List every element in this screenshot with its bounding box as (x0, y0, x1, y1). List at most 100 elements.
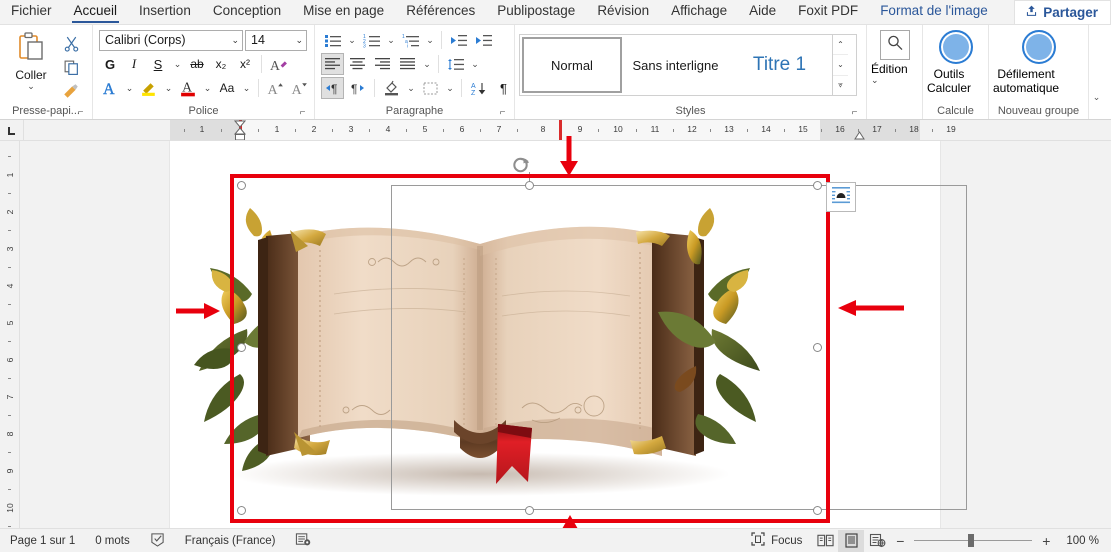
zoom-slider[interactable] (910, 530, 1036, 552)
paste-button[interactable]: Coller ⌄ (4, 28, 58, 91)
bullets-button[interactable] (321, 29, 344, 51)
numbering-button[interactable]: 123 (360, 29, 383, 51)
highlight-button[interactable] (138, 77, 160, 99)
underline-chevron-down-icon[interactable]: ⌄ (171, 53, 184, 75)
document-page[interactable] (170, 141, 967, 528)
status-page-number[interactable]: Page 1 sur 1 (0, 529, 85, 552)
share-button[interactable]: Partager (1014, 0, 1111, 24)
tab-foxit-pdf[interactable]: Foxit PDF (787, 0, 869, 24)
increase-indent-button[interactable] (472, 29, 495, 51)
tab-format-de-l-image[interactable]: Format de l'image (869, 0, 999, 24)
paragraph-dialog-launcher[interactable]: ⌐ (497, 107, 508, 118)
status-language[interactable]: Français (France) (175, 529, 286, 552)
justify-button[interactable] (396, 53, 419, 75)
tab-insertion[interactable]: Insertion (128, 0, 202, 24)
tab-publipostage[interactable]: Publipostage (486, 0, 586, 24)
style-sans-interligne[interactable]: Sans interligne (624, 35, 728, 95)
bullets-chevron-down-icon[interactable]: ⌄ (346, 29, 358, 51)
borders-button[interactable] (419, 77, 442, 99)
status-proofing[interactable] (140, 529, 175, 552)
styles-dialog-launcher[interactable]: ⌐ (849, 107, 860, 118)
tab-aide[interactable]: Aide (738, 0, 787, 24)
tab-mise-en-page[interactable]: Mise en page (292, 0, 395, 24)
ltr-text-button[interactable]: ¶ (321, 77, 344, 99)
tab-fichier[interactable]: Fichier (0, 0, 63, 24)
font-color-chevron-down-icon[interactable]: ⌄ (201, 77, 214, 99)
tab-references[interactable]: Références (395, 0, 486, 24)
editing-chevron-down-icon[interactable]: ⌄ (871, 76, 879, 85)
format-painter-button[interactable] (58, 80, 84, 102)
shading-button[interactable] (380, 77, 403, 99)
tab-revision[interactable]: Révision (586, 0, 660, 24)
style-titre-1[interactable]: Titre 1 (728, 35, 832, 95)
tab-accueil[interactable]: Accueil (63, 0, 129, 24)
right-indent-marker[interactable] (854, 131, 865, 140)
zoom-thumb[interactable] (968, 534, 975, 547)
superscript-button[interactable]: x² (234, 53, 256, 75)
ribbon-overflow[interactable]: ⌄ (1088, 25, 1104, 119)
zoom-out-button[interactable]: − (890, 533, 910, 549)
change-case-chevron-down-icon[interactable]: ⌄ (240, 77, 253, 99)
search-button[interactable] (879, 30, 910, 60)
sort-button[interactable]: AZ (467, 77, 490, 99)
outils-calculer-icon[interactable] (938, 30, 973, 64)
vertical-ruler[interactable]: 1 2 3 4 5 6 7 8 9 10 (0, 141, 20, 531)
align-left-button[interactable] (321, 53, 344, 75)
styles-more-icon[interactable]: ⩔ (833, 74, 848, 95)
wordart-chevron-down-icon[interactable]: ⌄ (123, 77, 136, 99)
decrease-indent-button[interactable] (447, 29, 470, 51)
wordart-color-button[interactable]: A (99, 77, 121, 99)
rtl-text-button[interactable]: ¶ (346, 77, 369, 99)
italic-button[interactable]: I (123, 53, 145, 75)
strikethrough-button[interactable]: ab (186, 53, 208, 75)
change-case-button[interactable]: change-case-iconAa (216, 77, 238, 99)
zoom-level[interactable]: 100 % (1056, 529, 1111, 552)
first-line-indent-marker[interactable] (233, 120, 247, 140)
font-name-combo[interactable]: Calibri (Corps) ⌄ (99, 29, 243, 51)
font-color-button[interactable]: A (177, 77, 199, 99)
shading-chevron-down-icon[interactable]: ⌄ (405, 77, 417, 99)
shrink-font-button[interactable]: A (288, 77, 310, 99)
font-dialog-launcher[interactable]: ⌐ (297, 107, 308, 118)
line-spacing-button[interactable] (444, 53, 467, 75)
styles-scroll-down-icon[interactable]: ⌄ (833, 54, 848, 74)
copy-button[interactable] (58, 56, 84, 78)
tab-stop-selector[interactable] (0, 120, 24, 140)
view-print-layout-button[interactable] (838, 529, 865, 552)
align-center-button[interactable] (346, 53, 369, 75)
numbering-chevron-down-icon[interactable]: ⌄ (385, 29, 397, 51)
view-web-layout-button[interactable] (864, 530, 890, 552)
borders-chevron-down-icon[interactable]: ⌄ (444, 77, 456, 99)
align-right-button[interactable] (371, 53, 394, 75)
tab-label: Format de l'image (880, 3, 988, 18)
subscript-button[interactable]: x₂ (210, 53, 232, 75)
show-marks-button[interactable]: ¶ (492, 77, 515, 99)
style-normal[interactable]: Normal (522, 37, 622, 93)
status-word-count[interactable]: 0 mots (85, 529, 140, 552)
defilement-automatique-icon[interactable] (1021, 30, 1056, 64)
highlight-chevron-down-icon[interactable]: ⌄ (162, 77, 175, 99)
focus-button[interactable]: Focus (741, 529, 812, 552)
cut-button[interactable] (58, 32, 84, 54)
open-book-image[interactable] (192, 174, 768, 499)
paste-chevron-down-icon[interactable]: ⌄ (27, 82, 35, 91)
text-effects-button[interactable]: A (267, 53, 289, 75)
multilevel-chevron-down-icon[interactable]: ⌄ (424, 29, 436, 51)
font-size-combo[interactable]: 14 ⌄ (245, 29, 307, 51)
bold-button[interactable]: G (99, 53, 121, 75)
tab-conception[interactable]: Conception (202, 0, 292, 24)
underline-button[interactable]: S (147, 53, 169, 75)
multilevel-list-button[interactable]: 1ai (399, 29, 422, 51)
layout-options-button[interactable] (826, 182, 856, 212)
clipboard-dialog-launcher[interactable]: ⌐ (75, 107, 86, 118)
line-spacing-chevron-down-icon[interactable]: ⌄ (469, 53, 481, 75)
paragraph-divider (441, 31, 442, 49)
tab-affichage[interactable]: Affichage (660, 0, 738, 24)
document-canvas[interactable] (20, 141, 1111, 528)
view-read-mode-button[interactable] (812, 530, 838, 552)
justify-chevron-down-icon[interactable]: ⌄ (421, 53, 433, 75)
styles-scroll-up-icon[interactable]: ⌃ (833, 35, 848, 54)
status-accessibility[interactable] (285, 529, 321, 552)
zoom-in-button[interactable]: + (1036, 533, 1056, 549)
grow-font-button[interactable]: A (264, 77, 286, 99)
